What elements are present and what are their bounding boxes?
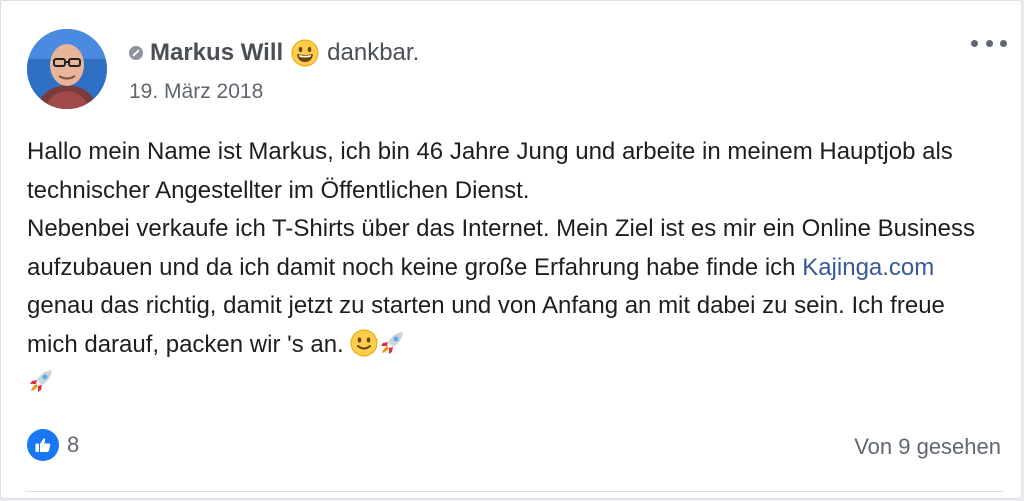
dot-icon <box>1000 39 1007 47</box>
dot-icon <box>971 39 978 47</box>
post-card: Markus Will dankbar. 19. März 2018 Hallo… <box>0 0 1022 499</box>
author-line: Markus Will dankbar. <box>129 37 419 69</box>
rocket-emoji-icon <box>27 367 55 395</box>
seen-by-count[interactable]: Von 9 gesehen <box>854 434 1001 460</box>
author-name[interactable]: Markus Will <box>150 39 283 67</box>
avatar[interactable] <box>27 29 107 109</box>
reactions-summary[interactable]: 8 <box>27 429 79 461</box>
paragraph-main: Nebenbei verkaufe ich T-Shirts über das … <box>27 210 997 403</box>
kajinga-link[interactable]: Kajinga.com <box>802 254 934 281</box>
post-text: Hallo mein Name ist Markus, ich bin 46 J… <box>27 133 997 403</box>
like-count: 8 <box>67 432 80 457</box>
post-date[interactable]: 19. März 2018 <box>129 80 263 104</box>
thumbs-up-icon <box>27 429 59 461</box>
slightly-smiling-face-emoji-icon <box>350 329 378 357</box>
grinning-face-emoji-icon <box>291 39 319 67</box>
divider <box>25 491 1003 492</box>
avatar-photo <box>27 29 107 109</box>
paragraph-intro: Hallo mein Name ist Markus, ich bin 46 J… <box>27 138 953 204</box>
feeling-text: dankbar. <box>327 39 420 66</box>
privacy-icon[interactable] <box>129 46 143 60</box>
dot-icon <box>985 39 993 47</box>
more-options-button[interactable] <box>971 31 1007 55</box>
text-segment: genau das richtig, damit jetzt zu starte… <box>27 292 945 358</box>
rocket-emoji-icon <box>378 329 406 357</box>
